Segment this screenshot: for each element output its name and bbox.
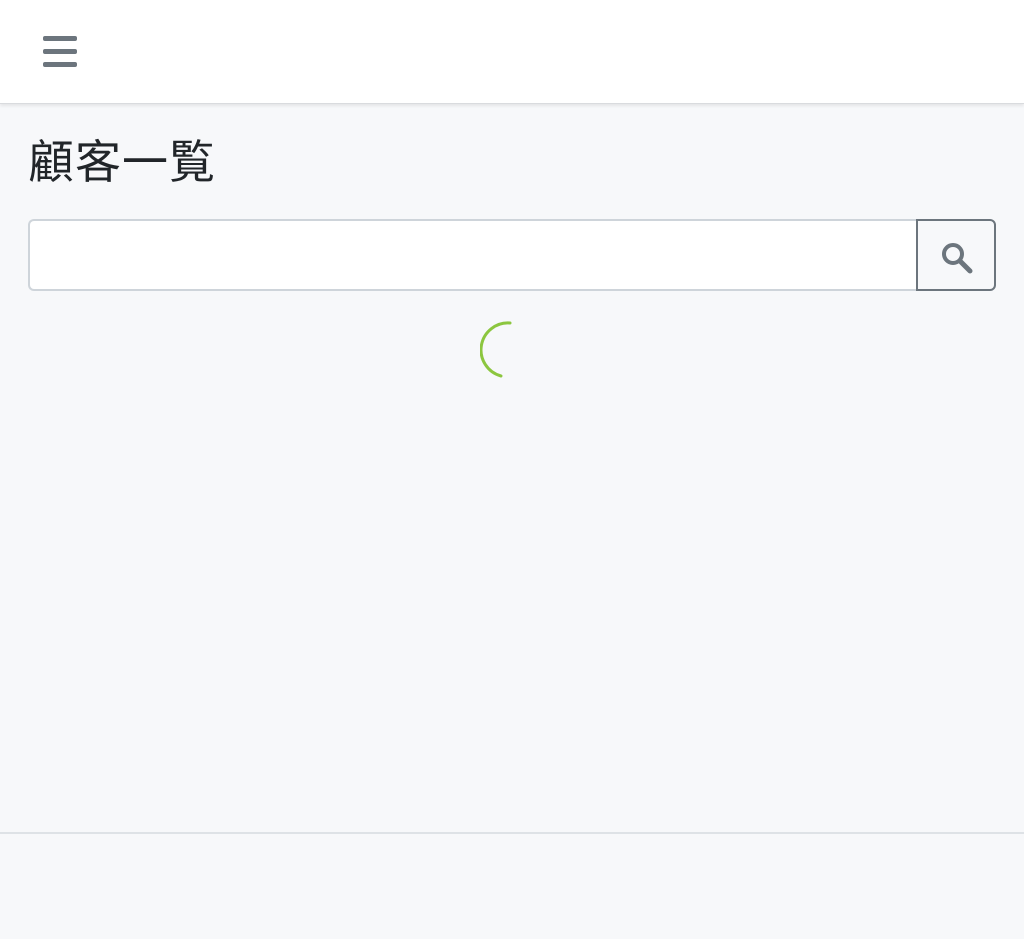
search-icon	[942, 243, 973, 274]
spinner-icon	[479, 321, 512, 378]
loading-spinner	[479, 320, 540, 380]
footer-divider	[0, 832, 1024, 834]
top-navbar	[0, 0, 1024, 104]
search-group	[28, 219, 996, 291]
menu-toggle-button[interactable]	[36, 30, 84, 74]
search-button[interactable]	[916, 219, 996, 291]
search-input[interactable]	[28, 219, 918, 291]
page-title: 顧客一覧	[28, 135, 216, 189]
